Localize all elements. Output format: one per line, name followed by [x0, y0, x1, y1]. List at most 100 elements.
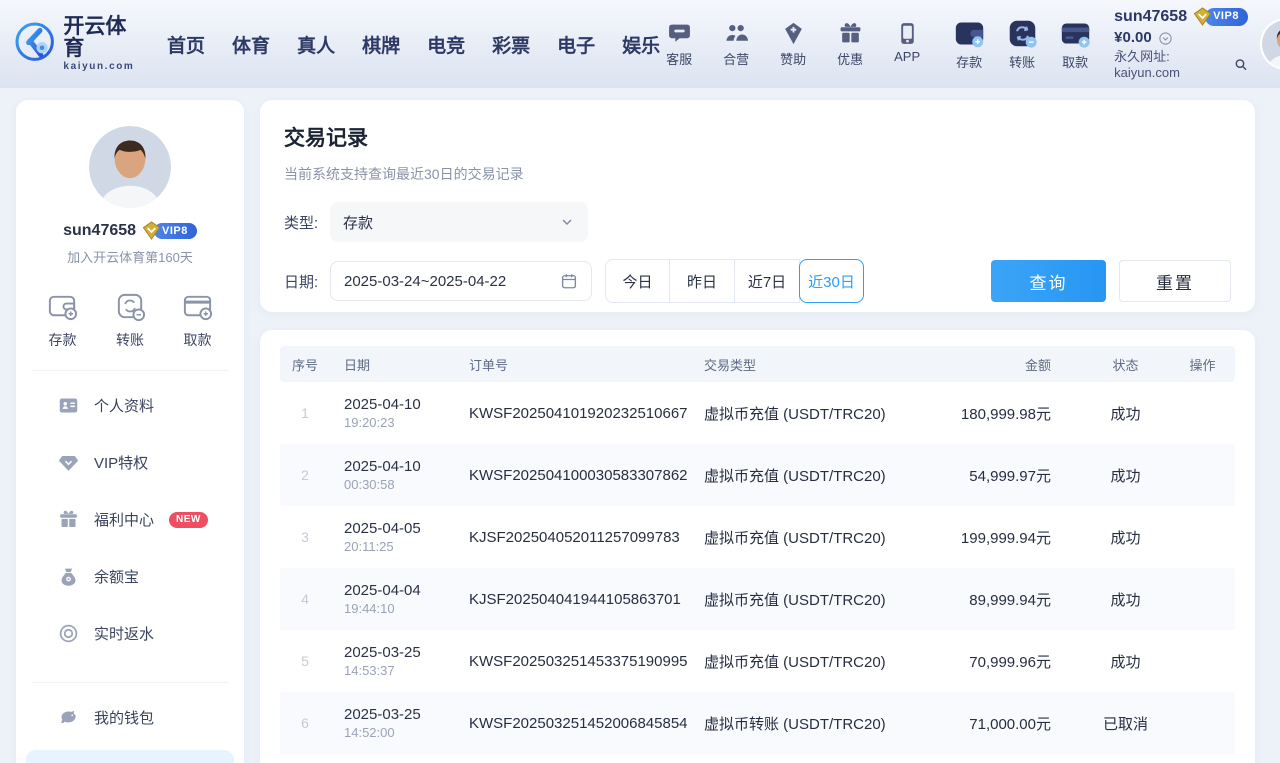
page-subtitle: 当前系统支持查询最近30日的交易记录: [284, 164, 1231, 184]
join-days-note: 加入开云体育第160天: [16, 247, 244, 266]
reset-button[interactable]: 重置: [1119, 260, 1231, 302]
top-icon-label: 赞助: [780, 49, 806, 68]
wallet-line-icon: [46, 290, 79, 323]
preset-近30日[interactable]: 近30日: [799, 259, 864, 303]
nav-item[interactable]: 真人: [297, 31, 335, 58]
gift-icon: [58, 509, 79, 530]
diamond-icon: [58, 452, 79, 473]
wallet-tile-icon: [954, 18, 985, 49]
sidebar-item-我的钱包[interactable]: 我的钱包: [16, 689, 244, 746]
sidebar-item-label: VIP特权: [94, 452, 148, 473]
sidebar-item-label: 个人资料: [94, 395, 154, 416]
nav-item[interactable]: 彩票: [492, 31, 530, 58]
time-value: 14:52:00: [344, 725, 451, 740]
site-logo[interactable]: 开云体育 kaiyun.com: [14, 16, 139, 73]
balance-amount: ¥0.00: [1114, 29, 1152, 48]
row-amount: 89,999.94元: [905, 589, 1055, 610]
row-status: 成功: [1055, 465, 1170, 486]
new-badge: NEW: [169, 512, 208, 528]
row-status: 成功: [1055, 527, 1170, 548]
row-status: 成功: [1055, 651, 1170, 672]
balance-dropdown-icon[interactable]: [1158, 31, 1173, 46]
date-filter-label: 日期:: [284, 271, 330, 292]
sidebar-item-余额宝[interactable]: 余额宝: [16, 548, 244, 605]
quick-action-label: 存款: [49, 330, 77, 350]
search-icon[interactable]: [1234, 57, 1248, 72]
id-card-icon: [58, 395, 79, 416]
table-row: 32025-04-0520:11:25KJSF20250405201125709…: [280, 506, 1235, 568]
preset-近7日[interactable]: 近7日: [735, 259, 800, 303]
column-header-订单号: 订单号: [455, 355, 690, 374]
column-header-交易类型: 交易类型: [690, 355, 905, 374]
vip-gem-icon: [142, 221, 161, 240]
preset-今日[interactable]: 今日: [605, 259, 670, 303]
chevron-down-icon: [559, 214, 575, 230]
sidebar-item-实时返水[interactable]: 实时返水: [16, 605, 244, 662]
nav-item[interactable]: 电竞: [427, 31, 465, 58]
sidebar: sun47658 VIP8 加入开云体育第160天 存款 转账取款 个人资料 VIP…: [16, 100, 244, 763]
nav-item[interactable]: 首页: [167, 31, 205, 58]
wallet-action-转账[interactable]: 转账: [1003, 18, 1041, 71]
row-status: 已取消: [1055, 713, 1170, 734]
type-filter-label: 类型:: [284, 212, 330, 233]
preset-昨日[interactable]: 昨日: [670, 259, 735, 303]
nav-item[interactable]: 体育: [232, 31, 270, 58]
sponsor-icon: [781, 21, 806, 46]
row-order-number: KWSF202503251453375190995: [455, 653, 690, 670]
date-value: 2025-04-04: [344, 582, 451, 599]
date-range-input[interactable]: 2025-03-24~2025-04-22: [330, 261, 592, 301]
profile-avatar[interactable]: [89, 126, 171, 208]
sidebar-item-VIP特权[interactable]: VIP特权: [16, 434, 244, 491]
row-order-number: KJSF202504041944105863701: [455, 591, 690, 608]
top-icon-gift[interactable]: 优惠: [831, 21, 869, 68]
row-index: 4: [280, 591, 330, 607]
row-order-number: KWSF202504101920232510667: [455, 405, 690, 422]
sidebar-quick-取款[interactable]: 取款: [181, 290, 214, 350]
table-row: 22025-04-1000:30:58KWSF20250410003058330…: [280, 444, 1235, 506]
row-amount: 180,999.98元: [905, 403, 1055, 424]
top-icon-partners[interactable]: 合营: [717, 21, 755, 68]
table-row: 12025-04-1019:20:23KWSF20250410192023251…: [280, 382, 1235, 444]
nav-item[interactable]: 电子: [557, 31, 595, 58]
top-icon-sponsor[interactable]: 赞助: [774, 21, 812, 68]
time-value: 19:44:10: [344, 601, 451, 616]
sidebar-item-个人资料[interactable]: 个人资料: [16, 377, 244, 434]
rebate-icon: [58, 623, 79, 644]
sidebar-vip-badge[interactable]: VIP8: [142, 221, 197, 240]
header-avatar[interactable]: [1262, 20, 1280, 68]
row-date: 2025-03-2514:53:37: [330, 644, 455, 678]
table-header-row: 序号日期订单号交易类型金额状态操作: [280, 346, 1235, 382]
sidebar-quick-存款[interactable]: 存款: [46, 290, 79, 350]
sidebar-quick-转账[interactable]: 转账: [114, 290, 147, 350]
vip-badge[interactable]: VIP8: [1193, 7, 1248, 26]
nav-item[interactable]: 棋牌: [362, 31, 400, 58]
phone-icon: [895, 21, 920, 46]
type-select[interactable]: 存款: [330, 202, 588, 242]
row-amount: 70,999.96元: [905, 651, 1055, 672]
date-value: 2025-04-10: [344, 396, 451, 413]
filter-card: 交易记录 当前系统支持查询最近30日的交易记录 类型: 存款 日期: 2025-…: [260, 100, 1255, 312]
query-button[interactable]: 查询: [991, 260, 1106, 302]
transfer-tile-icon: [1007, 18, 1038, 49]
card-tile-icon: [1060, 18, 1091, 49]
time-value: 20:11:25: [344, 539, 451, 554]
row-transaction-type: 虚拟币转账 (USDT/TRC20): [690, 713, 905, 734]
nav-item[interactable]: 娱乐: [622, 31, 660, 58]
sidebar-username: sun47658: [63, 222, 136, 240]
main-nav: 首页体育真人棋牌电竞彩票电子娱乐: [167, 31, 660, 58]
sidebar-item-label: 余额宝: [94, 566, 139, 587]
row-status: 成功: [1055, 403, 1170, 424]
sidebar-wallet-menu: 我的钱包交易记录: [16, 683, 244, 763]
row-order-number: KJSF202504052011257099783: [455, 529, 690, 546]
date-preset-group: 今日昨日近7日近30日: [605, 259, 864, 303]
top-icon-phone[interactable]: APP: [888, 21, 926, 68]
row-amount: 54,999.97元: [905, 465, 1055, 486]
date-range-value: 2025-03-24~2025-04-22: [344, 273, 506, 290]
sidebar-item-交易记录[interactable]: 交易记录: [26, 750, 234, 763]
sidebar-item-福利中心[interactable]: 福利中心NEW: [16, 491, 244, 548]
calendar-icon: [560, 272, 578, 290]
wallet-action-取款[interactable]: 取款: [1056, 18, 1094, 71]
wallet-action-存款[interactable]: 存款: [950, 18, 988, 71]
top-icon-chat[interactable]: 客服: [660, 21, 698, 68]
card-line-icon: [181, 290, 214, 323]
